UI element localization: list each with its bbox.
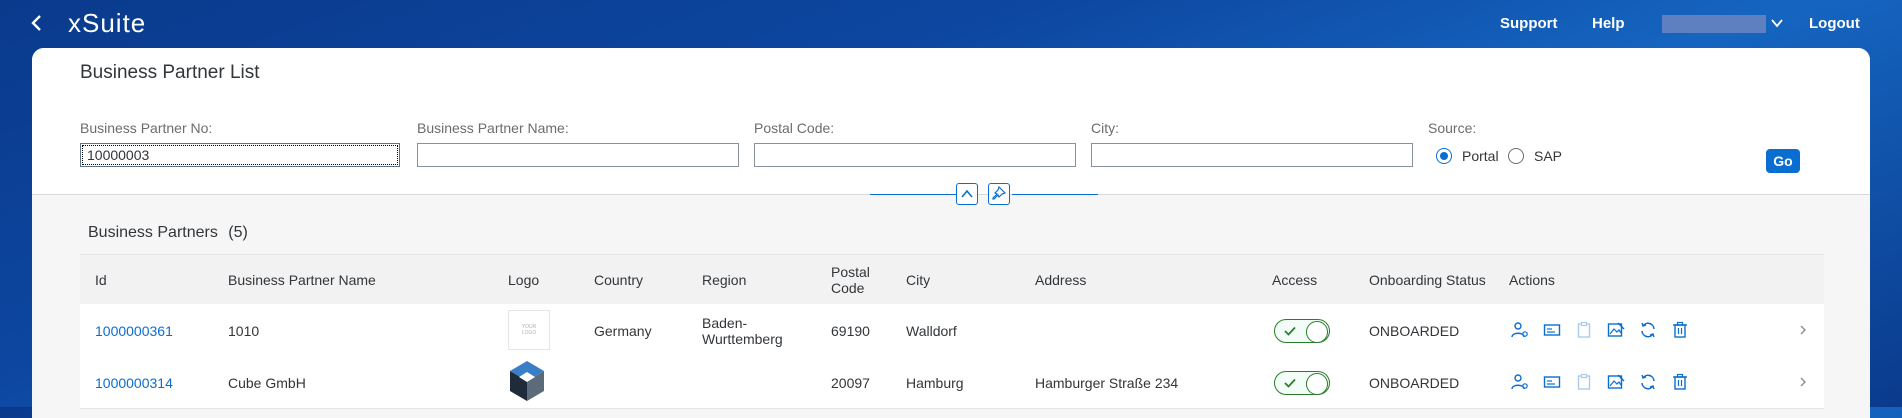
- chevron-right-icon[interactable]: [1796, 323, 1810, 337]
- row-id-link[interactable]: 1000000361: [95, 323, 173, 339]
- col-region[interactable]: Region: [702, 272, 746, 288]
- row-country: Germany: [594, 323, 652, 339]
- collapse-header-button[interactable]: [956, 183, 978, 205]
- bp-name-label: Business Partner Name:: [417, 120, 569, 136]
- col-actions[interactable]: Actions: [1509, 272, 1555, 288]
- image-edit-icon[interactable]: [1607, 321, 1625, 339]
- app-logo: xSuite: [68, 8, 147, 38]
- chevron-down-icon[interactable]: [1770, 16, 1784, 30]
- row-region-line2: Wurttemberg: [702, 331, 783, 347]
- checkmark-icon: [1284, 378, 1296, 388]
- bp-name-input[interactable]: [417, 143, 739, 167]
- logo-placeholder-line2: LOGO: [521, 330, 537, 336]
- user-settings-icon[interactable]: [1511, 321, 1529, 339]
- back-arrow-icon[interactable]: [26, 12, 48, 34]
- col-access[interactable]: Access: [1272, 272, 1317, 288]
- pin-icon: [992, 185, 1007, 200]
- source-portal-label: Portal: [1462, 148, 1499, 164]
- row-name: Cube GmbH: [228, 375, 306, 391]
- city-input[interactable]: [1091, 143, 1413, 167]
- shell-header: xSuite Support Help Logout: [0, 0, 1902, 48]
- source-label: Source:: [1428, 120, 1477, 136]
- access-toggle[interactable]: [1274, 319, 1330, 343]
- row-region-line1: Baden-: [702, 315, 748, 331]
- pin-header-button[interactable]: [988, 183, 1010, 205]
- bp-no-label: Business Partner No:: [80, 120, 213, 136]
- toggle-knob: [1306, 373, 1328, 395]
- col-logo[interactable]: Logo: [508, 272, 539, 288]
- go-button[interactable]: Go: [1766, 149, 1800, 173]
- col-address[interactable]: Address: [1035, 272, 1086, 288]
- row-name: 1010: [228, 323, 260, 339]
- refresh-icon[interactable]: [1639, 373, 1657, 391]
- toggle-knob: [1306, 321, 1328, 343]
- source-sap-radio[interactable]: [1508, 148, 1524, 164]
- refresh-icon[interactable]: [1639, 321, 1657, 339]
- user-menu[interactable]: [1662, 15, 1766, 33]
- partner-logo: [510, 361, 544, 401]
- logout-link[interactable]: Logout: [1809, 15, 1860, 32]
- id-card-icon[interactable]: [1543, 373, 1561, 391]
- checkmark-icon: [1284, 326, 1296, 336]
- clipboard-icon: [1577, 321, 1591, 338]
- table-header: Id Business Partner Name Logo Country Re…: [80, 254, 1824, 306]
- table-title-text: Business Partners: [88, 224, 218, 241]
- header-divider-left: [870, 194, 956, 195]
- table-title: Business Partners (5): [88, 224, 248, 242]
- row-id-link[interactable]: 1000000314: [95, 375, 173, 391]
- clipboard-icon: [1577, 373, 1591, 390]
- filter-bar: Business Partner List Business Partner N…: [32, 48, 1870, 195]
- col-country[interactable]: Country: [594, 272, 643, 288]
- row-region: Baden- Wurttemberg: [702, 315, 783, 347]
- postal-code-label: Postal Code:: [754, 120, 835, 136]
- row-city: Walldorf: [906, 323, 957, 339]
- partner-logo: YOUR LOGO: [508, 310, 550, 350]
- source-portal-radio[interactable]: [1436, 148, 1452, 164]
- access-toggle[interactable]: [1274, 371, 1330, 395]
- support-link[interactable]: Support: [1500, 15, 1558, 32]
- col-city[interactable]: City: [906, 272, 930, 288]
- col-postal-line1: Postal: [831, 264, 870, 280]
- col-postal-line2: Code: [831, 280, 865, 296]
- row-postal: 20097: [831, 375, 870, 391]
- row-onboarding-status: ONBOARDED: [1369, 375, 1460, 391]
- col-postal-code[interactable]: Postal Code: [831, 264, 870, 296]
- col-id[interactable]: Id: [95, 272, 107, 288]
- id-card-icon[interactable]: [1543, 321, 1561, 339]
- page-title: Business Partner List: [80, 62, 260, 83]
- source-sap-label: SAP: [1534, 148, 1563, 164]
- city-label: City:: [1091, 120, 1119, 136]
- user-settings-icon[interactable]: [1511, 373, 1529, 391]
- table-count: (5): [228, 224, 248, 241]
- row-city: Hamburg: [906, 375, 964, 391]
- delete-icon[interactable]: [1671, 321, 1689, 339]
- help-link[interactable]: Help: [1592, 15, 1625, 32]
- row-address: Hamburger Straße 234: [1035, 375, 1179, 391]
- chevron-right-icon[interactable]: [1796, 375, 1810, 389]
- col-onboarding-status[interactable]: Onboarding Status: [1369, 272, 1486, 288]
- col-name[interactable]: Business Partner Name: [228, 272, 376, 288]
- row-onboarding-status: ONBOARDED: [1369, 323, 1460, 339]
- table-row[interactable]: 1000000361 1010 YOUR LOGO Germany Baden-…: [80, 304, 1824, 357]
- bp-no-input[interactable]: [80, 143, 400, 167]
- delete-icon[interactable]: [1671, 373, 1689, 391]
- main-card: Business Partner List Business Partner N…: [32, 48, 1870, 418]
- image-edit-icon[interactable]: [1607, 373, 1625, 391]
- row-postal: 69190: [831, 323, 870, 339]
- postal-code-input[interactable]: [754, 143, 1076, 167]
- header-divider-right: [1012, 194, 1098, 195]
- chevron-up-icon: [961, 189, 973, 198]
- table-row[interactable]: 1000000314 Cube GmbH 20097 Hamburg Hambu…: [80, 356, 1824, 409]
